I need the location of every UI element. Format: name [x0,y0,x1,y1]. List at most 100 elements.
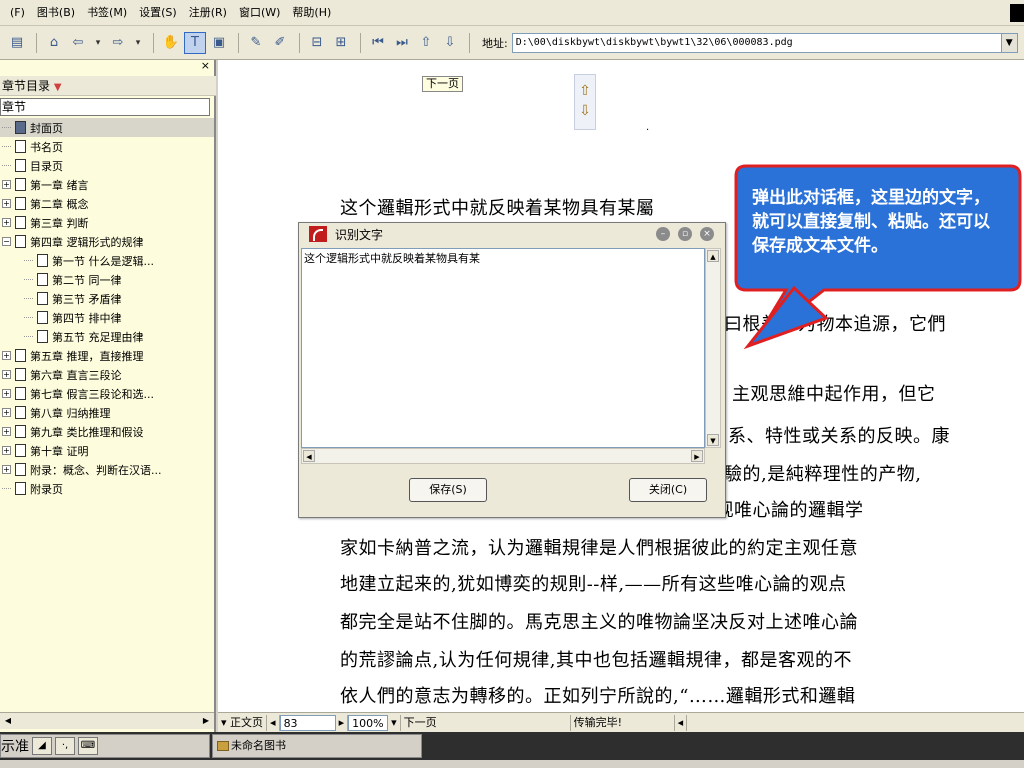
scroll-left-icon[interactable]: ◀ [1,714,15,728]
hand-tool-icon[interactable]: ✋ [160,32,182,54]
dialog-vertical-scrollbar[interactable]: ▲ ▼ [705,248,721,448]
page-mode-select[interactable]: ▾ 正文页 [218,714,268,731]
menu-register[interactable]: 注册(R) [183,0,233,26]
next-page-icon[interactable]: ▸ [336,714,349,731]
recognized-text-area[interactable]: 这个逻辑形式中就反映着某物具有某 [301,248,705,448]
expand-icon[interactable]: + [2,218,11,227]
tree-item[interactable]: 第一节 什么是逻辑... [0,251,214,270]
tree-item[interactable]: 第二节 同一律 [0,270,214,289]
close-icon[interactable]: × [201,60,210,72]
close-button[interactable]: 关闭(C) [629,478,707,502]
tree-item[interactable]: + 第二章 概念 [0,194,214,213]
forward-dropdown-icon[interactable]: ▾ [131,32,145,54]
tree-item[interactable]: − 第四章 逻辑形式的规律 [0,232,214,251]
menu-settings[interactable]: 设置(S) [133,0,183,26]
ime-keyboard-icon[interactable]: ⌨ [78,737,98,755]
expand-icon[interactable]: + [2,446,11,455]
forward-icon[interactable]: ⇨ [107,32,129,54]
tree-item[interactable]: + 第五章 推理，直接推理 [0,346,214,365]
zoom-input[interactable]: 100% [348,714,389,731]
tree-item[interactable]: 第四节 排中律 [0,308,214,327]
page-down-arrow-icon[interactable]: ⇩ [575,101,595,121]
close-icon[interactable]: × [700,227,714,241]
expand-icon[interactable]: + [2,408,11,417]
tree-connector [24,260,33,261]
minimize-icon[interactable]: – [656,227,670,241]
tree-connector [24,279,33,280]
scroll-left-icon[interactable]: ◀ [303,450,315,462]
first-page-icon[interactable]: ⏮ [367,32,389,54]
next-page-hint[interactable]: 下一页 [422,76,463,92]
back-dropdown-icon[interactable]: ▾ [91,32,105,54]
back-icon[interactable]: ⇦ [67,32,89,54]
tree-item[interactable]: + 第一章 绪言 [0,175,214,194]
last-page-icon[interactable]: ⏭ [391,32,413,54]
text-select-icon[interactable]: T [184,31,206,54]
zoom-out-icon[interactable]: ⊟ [306,32,328,54]
tree-item[interactable]: 附录页 [0,479,214,498]
tree-item[interactable]: 书名页 [0,137,214,156]
menu-book[interactable]: 图书(B) [31,0,81,26]
panel-toggle-icon[interactable]: ▤ [6,32,28,54]
zoom-in-icon[interactable]: ⊞ [330,32,352,54]
tree-item[interactable]: + 附录：概念、判断在汉语... [0,460,214,479]
home-icon[interactable]: ⌂ [43,32,65,54]
tree-item-label: 第二节 同一律 [52,273,122,287]
chapter-panel-title[interactable]: 章节目录 ▼ [0,76,216,96]
collapse-icon[interactable]: − [2,237,11,246]
menu-bookmark[interactable]: 书签(M) [81,0,133,26]
expand-icon[interactable]: + [2,199,11,208]
window-corner [1010,4,1024,22]
scroll-right-icon[interactable]: ▶ [199,714,213,728]
scroll-down-icon[interactable]: ▼ [707,434,719,446]
expand-icon[interactable]: + [2,370,11,379]
page-number-input[interactable]: 83 [279,714,336,731]
expand-icon[interactable]: + [2,427,11,436]
maximize-icon[interactable]: ▫ [678,227,692,241]
tree-item[interactable]: + 第八章 归纳推理 [0,403,214,422]
ime-mode-icon[interactable]: ◢ [32,737,52,755]
tree-item[interactable]: + 第九章 类比推理和假设 [0,422,214,441]
tree-item[interactable]: + 第十章 证明 [0,441,214,460]
status-scroll-track[interactable] [687,715,1024,731]
ime-bar[interactable]: 示准 ◢ ·, ⌨ [0,734,210,758]
scroll-up-icon[interactable]: ▲ [707,250,719,262]
dialog-horizontal-scrollbar[interactable]: ◀ ▶ [301,448,705,464]
menu-help[interactable]: 帮助(H) [286,0,337,26]
tree-item[interactable]: + 第六章 直言三段论 [0,365,214,384]
chapter-panel: × 章节目录 ▼ 章节 封面页 书名页 目录页 + 第一章 绪言 + 第二章 概念 + 第三章 … [0,60,216,732]
tree-connector [2,165,11,166]
expand-icon[interactable]: + [2,180,11,189]
tree-item[interactable]: 第三节 矛盾律 [0,289,214,308]
taskbar-book-label: 未命名图书 [231,739,286,752]
prev-page-icon[interactable]: ◂ [267,714,280,731]
scroll-right-icon[interactable]: ▶ [691,450,703,462]
expand-icon[interactable]: + [2,389,11,398]
page-icon [37,292,48,305]
menu-window[interactable]: 窗口(W) [233,0,286,26]
chevron-down-icon[interactable]: ▼ [54,82,62,93]
save-button[interactable]: 保存(S) [409,478,487,502]
tree-item[interactable]: 封面页 [0,118,214,137]
expand-icon[interactable]: + [2,465,11,474]
annotate-icon[interactable]: ✎ [245,32,267,54]
tree-item[interactable]: 目录页 [0,156,214,175]
taskbar-book-item[interactable]: 未命名图书 [212,734,422,758]
address-dropdown-icon[interactable]: ▼ [1001,32,1018,53]
page-up-icon[interactable]: ⇧ [415,32,437,54]
expand-icon[interactable]: + [2,351,11,360]
highlight-icon[interactable]: ✐ [269,32,291,54]
page-up-arrow-icon[interactable]: ⇧ [575,81,595,101]
address-input[interactable]: D:\00\diskbywt\diskbywt\bywt1\32\06\0000… [511,32,1002,53]
zoom-dropdown-icon[interactable]: ▾ [388,714,401,731]
ime-punct-icon[interactable]: ·, [55,737,75,755]
tree-item[interactable]: 第五节 充足理由律 [0,327,214,346]
area-select-icon[interactable]: ▣ [208,32,230,54]
tree-item[interactable]: + 第三章 判断 [0,213,214,232]
tree-item[interactable]: + 第七章 假言三段论和选... [0,384,214,403]
menu-file[interactable]: (F) [4,0,31,26]
next-page-button[interactable]: 下一页 [401,714,571,731]
left-horizontal-scrollbar[interactable]: ◀ ▶ [0,712,214,729]
page-down-icon[interactable]: ⇩ [439,32,461,54]
status-scroll-left-icon[interactable]: ◂ [675,714,688,731]
